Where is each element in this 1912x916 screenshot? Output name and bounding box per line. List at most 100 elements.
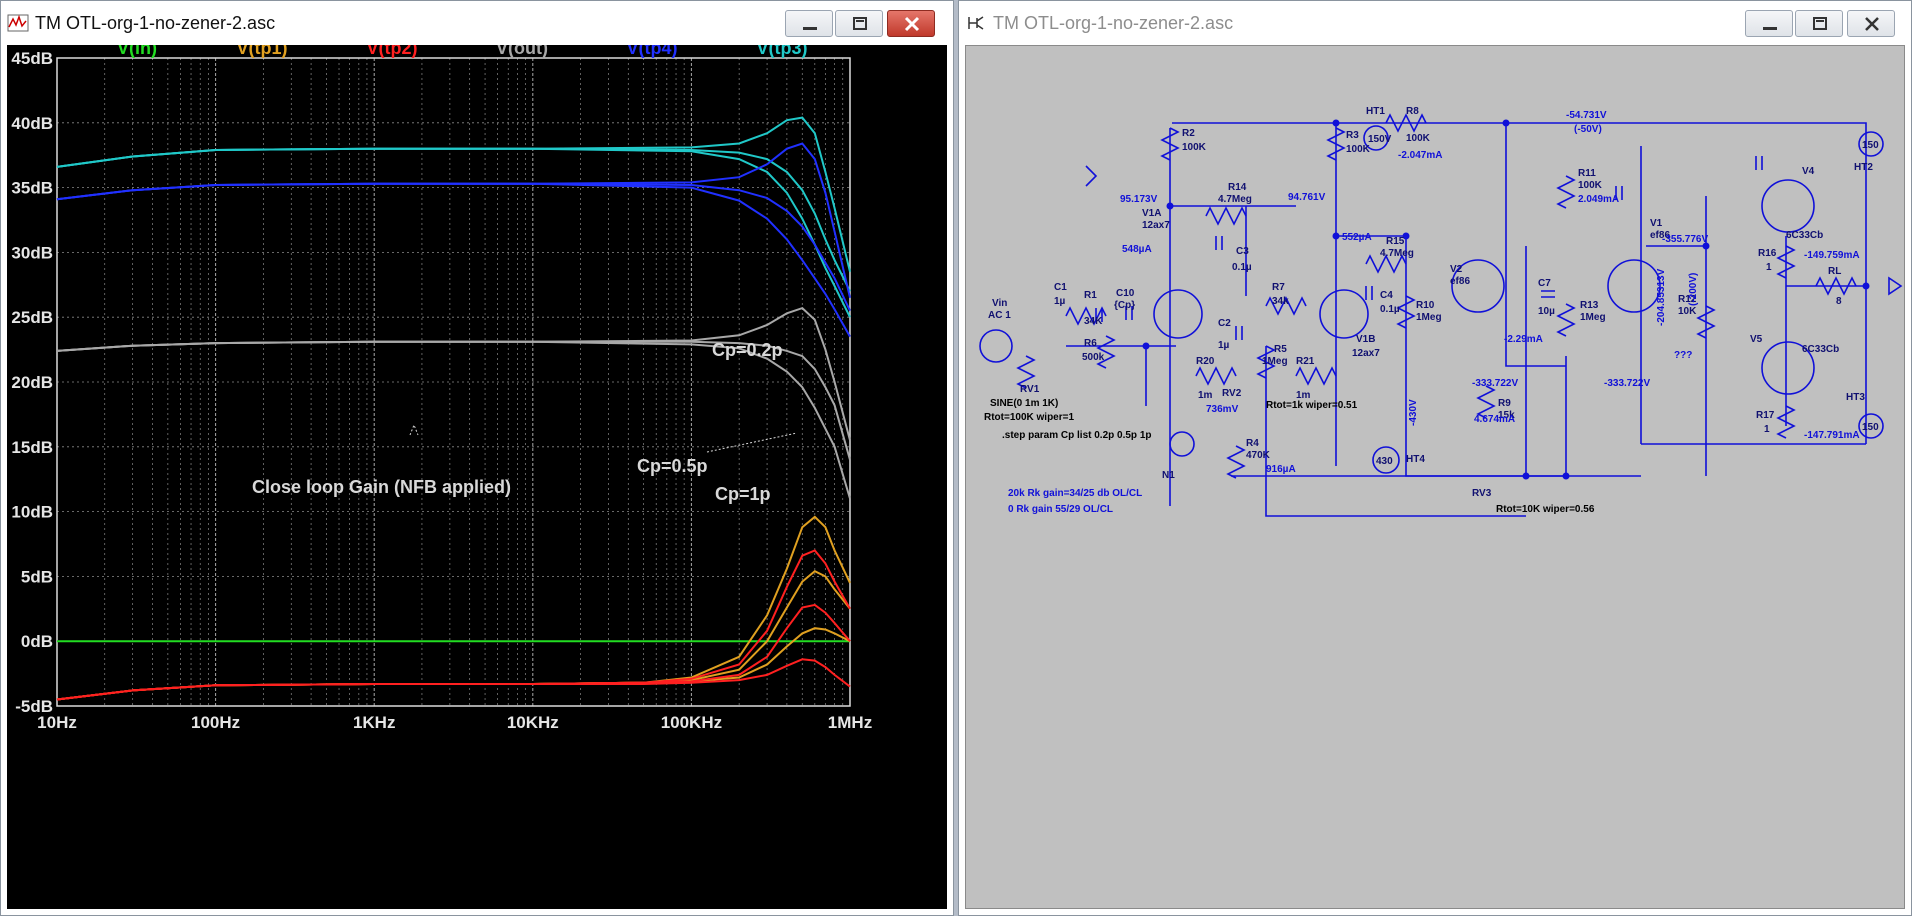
schematic-titlebar[interactable]: TM OTL-org-1-no-zener-2.asc (959, 1, 1911, 45)
value-C4: 0.1µ (1380, 304, 1400, 315)
node-voltage: -54.731V (1566, 110, 1607, 121)
resistor-R4[interactable] (1226, 445, 1246, 479)
trace-vtp2-step2[interactable] (56, 603, 851, 701)
schematic-window[interactable]: TM OTL-org-1-no-zener-2.asc HT1 R8 100K … (958, 0, 1912, 916)
label-HT3: HT3 (1846, 392, 1865, 403)
value-R12: 10K (1678, 306, 1697, 317)
maximize-button[interactable] (1795, 10, 1843, 37)
x-tick-label: 100KHz (661, 713, 722, 732)
capacitor-C7[interactable] (1541, 290, 1555, 298)
close-button[interactable] (887, 10, 935, 37)
resistor-R20[interactable] (1195, 366, 1237, 386)
label-R9: R9 (1498, 398, 1511, 409)
label-V1: V1 (1650, 218, 1663, 229)
branch-current: 4.674mA (1474, 414, 1515, 425)
value-Vin: AC 1 (988, 310, 1011, 321)
tube-V1B[interactable] (1319, 289, 1369, 339)
value-R14: 4.7Meg (1218, 194, 1252, 205)
value-HT2: 150 (1862, 140, 1879, 151)
maximize-button[interactable] (835, 10, 883, 37)
y-tick-label: 25dB (11, 308, 53, 327)
node-voltage: 736mV (1206, 404, 1239, 415)
label-RV2: RV2 (1222, 388, 1242, 399)
value-R6: 500k (1082, 352, 1105, 363)
label-HT2: HT2 (1854, 162, 1873, 173)
resistor-R21[interactable] (1295, 366, 1337, 386)
capacitor-C2[interactable] (1235, 326, 1243, 340)
value-R2: 100K (1182, 142, 1207, 153)
plot-pane[interactable]: 45dB 40dB 35dB 30dB 25dB 20dB 15dB 10dB 5dB 0dB -5… (7, 38, 949, 911)
label-HT1: HT1 (1366, 106, 1385, 117)
resistor-R11[interactable] (1556, 175, 1576, 209)
label-R17: R17 (1756, 410, 1775, 421)
annotation-cp05: Cp=0.5p (637, 456, 708, 476)
trace-vtp4-step2[interactable] (56, 182, 851, 312)
resistor-R14[interactable] (1205, 206, 1247, 226)
minimize-button[interactable] (785, 10, 833, 37)
trace-vtp3-step1[interactable] (56, 116, 851, 273)
value-R4: 470K (1246, 450, 1271, 461)
legend-vin[interactable]: V(in) (117, 38, 157, 58)
trace-vtp1-step3[interactable] (56, 627, 851, 701)
close-button[interactable] (1847, 10, 1895, 37)
label-Vin: Vin (992, 298, 1007, 309)
annotation-cp02: Cp=0.2p (712, 340, 783, 360)
label-R4: R4 (1246, 438, 1259, 449)
value-V2: ef86 (1450, 276, 1470, 287)
resistor-R13[interactable] (1556, 303, 1576, 337)
waveform-plot[interactable]: 45dB40dB35dB30dB25dB20dB15dB10dB5dB0dB-5… (7, 38, 949, 911)
tube-V1A[interactable] (1153, 289, 1203, 339)
capacitor-C4[interactable] (1365, 286, 1373, 300)
trace-vout-step3[interactable] (56, 340, 851, 499)
trace-vtp4-step1[interactable] (56, 142, 851, 299)
source-N1[interactable] (1169, 431, 1195, 457)
value-R17: 1 (1764, 424, 1770, 435)
plot-window[interactable]: TM OTL-org-1-no-zener-2.asc 45dB 40dB 35dB… (0, 0, 954, 916)
label-RL: RL (1828, 266, 1841, 277)
value-HT4: 430 (1376, 456, 1393, 467)
value-RL: 8 (1836, 296, 1842, 307)
trace-vtp3-step2[interactable] (56, 147, 851, 292)
legend-vtp4[interactable]: V(tp4) (627, 38, 678, 58)
legend-vout[interactable]: V(out) (496, 38, 548, 58)
junction-dot (1862, 282, 1870, 290)
branch-current: -2.047mA (1398, 150, 1442, 161)
minimize-button[interactable] (1745, 10, 1793, 37)
source-Vin[interactable] (979, 329, 1013, 363)
branch-current: -149.759mA (1804, 250, 1860, 261)
schematic-canvas[interactable]: HT1 R8 100K R2 100K R3 100K R14 4.7Meg C… (966, 46, 1906, 910)
label-RV3: RV3 (1472, 488, 1492, 499)
label-V1A: V1A (1142, 208, 1161, 219)
comment-text: 0 Rk gain 55/29 OL/CL (1008, 504, 1113, 515)
junction-dot (1332, 119, 1340, 127)
trace-vout-step1[interactable] (56, 306, 851, 441)
trace-vtp4-step3[interactable] (56, 182, 851, 338)
trace-vtp2-step3[interactable] (56, 658, 851, 701)
y-tick-label: 40dB (11, 114, 53, 133)
x-tick-label: 10Hz (37, 713, 77, 732)
legend-vtp2[interactable]: V(tp2) (367, 38, 418, 58)
comment-text: 20k Rk gain=34/25 db OL/CL (1008, 488, 1142, 499)
legend-vtp3[interactable]: V(tp3) (757, 38, 808, 58)
value-R10: 1Meg (1416, 312, 1442, 323)
value-C3: 0.1µ (1232, 262, 1252, 273)
capacitor-C3[interactable] (1215, 236, 1223, 250)
label-C3: C3 (1236, 246, 1249, 257)
y-tick-label: 20dB (11, 373, 53, 392)
tube-V1[interactable] (1607, 259, 1661, 313)
tube-V4[interactable] (1761, 179, 1815, 233)
node-voltage: 95.173V (1120, 194, 1158, 205)
plot-titlebar[interactable]: TM OTL-org-1-no-zener-2.asc (1, 1, 953, 45)
value-HT1: 150V (1368, 134, 1392, 145)
label-R20: R20 (1196, 356, 1215, 367)
schematic-pane[interactable]: HT1 R8 100K R2 100K R3 100K R14 4.7Meg C… (965, 45, 1905, 909)
junction-dot (1142, 342, 1150, 350)
legend-vtp1[interactable]: V(tp1) (237, 38, 288, 58)
value-C2: 1µ (1218, 340, 1230, 351)
trace-vtp2-step1[interactable] (56, 549, 851, 701)
label-N1: N1 (1162, 470, 1175, 481)
capacitor-C12[interactable] (1755, 156, 1763, 170)
stage2-wire (1335, 123, 1406, 466)
y-tick-label: 5dB (21, 567, 53, 586)
trace-vtp3-step3[interactable] (56, 147, 851, 318)
